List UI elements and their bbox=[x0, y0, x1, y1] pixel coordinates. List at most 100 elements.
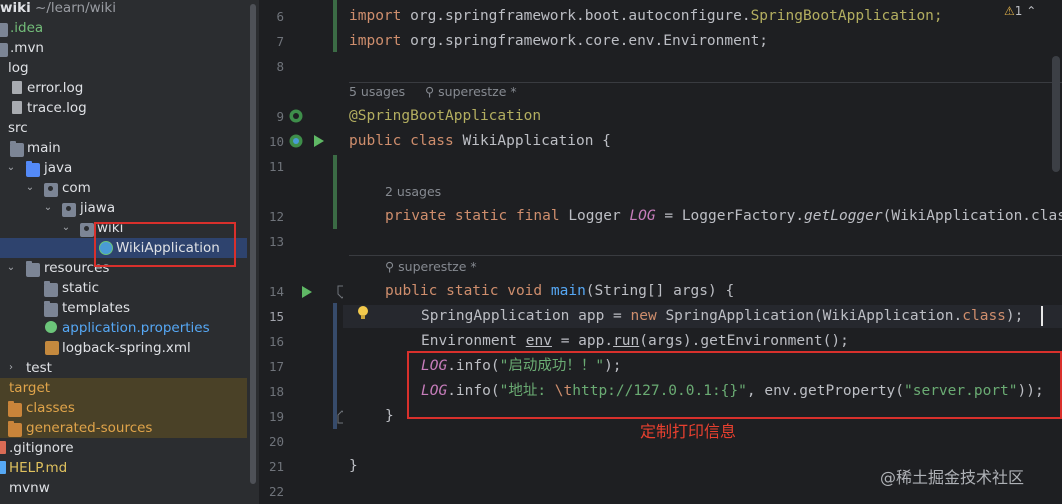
tree-item-label: .idea bbox=[10, 20, 44, 36]
line-number: 22 bbox=[268, 484, 284, 499]
tree-item-root[interactable]: wiki ~/learn/wiki bbox=[0, 0, 247, 18]
tree-item-path: ~/learn/wiki bbox=[35, 0, 116, 16]
spring-boot-icon[interactable] bbox=[288, 133, 304, 149]
folder-icon bbox=[0, 43, 8, 57]
run-main-icon[interactable] bbox=[300, 284, 314, 300]
tree-item-main[interactable]: main bbox=[0, 138, 247, 158]
folder-icon bbox=[0, 23, 8, 37]
tree-item-com[interactable]: ⌄ com bbox=[0, 178, 247, 198]
source-folder-icon bbox=[26, 161, 40, 177]
vcs-change-marker bbox=[333, 303, 337, 429]
method-separator bbox=[349, 255, 1062, 256]
tree-item-label: com bbox=[62, 180, 91, 196]
spring-bean-icon[interactable] bbox=[288, 108, 304, 124]
usages-hint[interactable]: 2 usages bbox=[385, 183, 441, 201]
xml-file-icon bbox=[45, 341, 59, 355]
tree-item-label: application.properties bbox=[62, 320, 210, 336]
tree-item-label: .mvn bbox=[10, 40, 44, 56]
code-line-6: import org.springframework.boot.autoconf… bbox=[349, 8, 943, 24]
folder-icon bbox=[44, 281, 58, 297]
package-icon bbox=[62, 203, 76, 217]
chevron-down-icon[interactable]: ⌄ bbox=[6, 258, 16, 278]
tree-item-java[interactable]: ⌄ java bbox=[0, 158, 247, 178]
editor-scrollbar[interactable] bbox=[1052, 56, 1060, 172]
line-number: 17 bbox=[268, 359, 284, 374]
line-number: 7 bbox=[276, 34, 284, 49]
tree-item-label: .gitignore bbox=[9, 440, 74, 456]
code-line-12: private static final Logger LOG = Logger… bbox=[385, 208, 1062, 224]
tree-item-generated-sources[interactable]: generated-sources bbox=[0, 418, 247, 438]
tree-item-application-properties[interactable]: application.properties bbox=[0, 318, 247, 338]
inspection-widget[interactable]: ⚠1 ⌃ bbox=[1004, 4, 1036, 18]
tree-item-classes[interactable]: classes bbox=[0, 398, 247, 418]
warning-count: 1 bbox=[1014, 4, 1023, 18]
tree-item-label: jiawa bbox=[80, 200, 116, 216]
tree-item-label: templates bbox=[62, 300, 130, 316]
markdown-file-icon bbox=[0, 461, 6, 474]
tree-item-static[interactable]: static bbox=[0, 278, 247, 298]
tree-item-mvn[interactable]: .mvn bbox=[0, 38, 247, 58]
tree-item-label: src bbox=[8, 120, 28, 136]
line-number: 14 bbox=[268, 284, 284, 299]
chevron-down-icon[interactable]: ⌄ bbox=[43, 198, 53, 218]
annotation-box-class bbox=[94, 222, 236, 267]
warning-icon: ⚠ bbox=[1004, 4, 1015, 18]
tree-item-help-md[interactable]: HELP.md bbox=[0, 458, 247, 478]
chevron-down-icon[interactable]: ⌄ bbox=[25, 178, 35, 198]
tree-item-src[interactable]: src bbox=[0, 118, 247, 138]
line-number: 11 bbox=[268, 159, 284, 174]
tree-item-label: trace.log bbox=[27, 100, 87, 116]
chevron-down-icon[interactable]: ⌄ bbox=[6, 158, 16, 178]
tree-item-label: logback-spring.xml bbox=[62, 340, 191, 356]
tree-item-gitignore[interactable]: .gitignore bbox=[0, 438, 247, 458]
line-number: 9 bbox=[276, 109, 284, 124]
run-class-icon[interactable] bbox=[312, 133, 326, 149]
line-number: 21 bbox=[268, 459, 284, 474]
tree-item-mvnw[interactable]: mvnw bbox=[0, 478, 247, 498]
tree-item-jiawa[interactable]: ⌄ jiawa bbox=[0, 198, 247, 218]
tree-item-logback-xml[interactable]: logback-spring.xml bbox=[0, 338, 247, 358]
package-icon bbox=[80, 223, 94, 237]
line-number: 6 bbox=[276, 9, 284, 24]
watermark: @稀土掘金技术社区 bbox=[880, 468, 1025, 487]
line-number: 19 bbox=[268, 409, 284, 424]
line-number: 15 bbox=[268, 309, 284, 324]
tree-item-trace-log[interactable]: trace.log bbox=[0, 98, 247, 118]
tree-item-idea[interactable]: .idea bbox=[0, 18, 247, 38]
chevron-right-icon[interactable]: › bbox=[6, 358, 16, 378]
author-hint[interactable]: ⚲ superestze * bbox=[385, 258, 477, 276]
tree-item-label: target bbox=[9, 380, 51, 396]
gitignore-file-icon bbox=[0, 441, 6, 454]
code-line-16: Environment env = app.run(args).getEnvir… bbox=[421, 333, 849, 349]
annotation-box-log bbox=[407, 351, 1062, 419]
code-line-9: @SpringBootApplication bbox=[349, 108, 542, 124]
code-line-19: } bbox=[385, 408, 394, 424]
file-icon bbox=[12, 101, 22, 114]
chevron-down-icon[interactable]: ⌄ bbox=[61, 218, 71, 238]
author-hint[interactable]: ⚲ superestze * bbox=[425, 83, 517, 101]
tree-item-log[interactable]: log bbox=[0, 58, 247, 78]
tree-item-label: main bbox=[27, 140, 61, 156]
tree-item-test[interactable]: › test bbox=[0, 358, 247, 378]
text-caret bbox=[1041, 306, 1043, 326]
user-icon: ⚲ bbox=[425, 84, 439, 99]
project-scrollbar[interactable] bbox=[250, 4, 256, 484]
tree-item-target[interactable]: target bbox=[0, 378, 247, 398]
code-line-15: SpringApplication app = new SpringApplic… bbox=[421, 308, 1024, 324]
line-number: 18 bbox=[268, 384, 284, 399]
folder-icon bbox=[8, 401, 22, 417]
package-icon bbox=[44, 183, 58, 197]
code-line-14: public static void main(String[] args) { bbox=[385, 283, 735, 299]
folder-icon bbox=[44, 301, 58, 317]
lightbulb-icon[interactable] bbox=[356, 305, 370, 321]
chevron-up-icon: ⌃ bbox=[1026, 4, 1037, 18]
tree-item-label: log bbox=[8, 60, 29, 76]
usages-hint[interactable]: 5 usages bbox=[349, 83, 405, 101]
spring-properties-icon bbox=[45, 321, 57, 333]
code-line-7: import org.springframework.core.env.Envi… bbox=[349, 33, 769, 49]
tree-item-label: HELP.md bbox=[9, 460, 68, 476]
tree-item-error-log[interactable]: error.log bbox=[0, 78, 247, 98]
tree-item-label: java bbox=[44, 160, 73, 176]
line-number: 8 bbox=[276, 59, 284, 74]
tree-item-templates[interactable]: templates bbox=[0, 298, 247, 318]
